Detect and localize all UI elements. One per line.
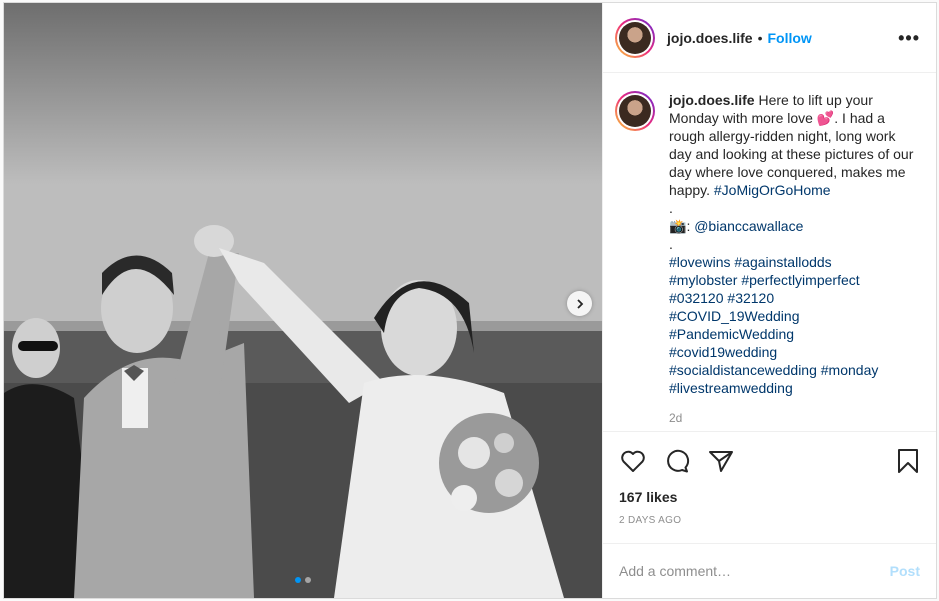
- comment-input[interactable]: [619, 563, 890, 579]
- heart-icon: [621, 450, 645, 472]
- comment-age: 2d: [669, 411, 683, 425]
- add-comment-bar: Post: [603, 543, 936, 598]
- caption-dot-2: .: [669, 236, 673, 252]
- author-username[interactable]: jojo.does.life: [667, 30, 753, 46]
- caption-username[interactable]: jojo.does.life: [669, 92, 755, 108]
- bookmark-icon: [898, 448, 918, 473]
- photographer-mention[interactable]: @bianccawallace: [694, 218, 803, 234]
- hashtag[interactable]: #mylobster: [669, 272, 737, 288]
- more-options-icon[interactable]: •••: [898, 29, 920, 47]
- likes-count[interactable]: 167 likes: [603, 489, 936, 507]
- chevron-right-icon: [576, 298, 583, 309]
- carousel-indicator: [295, 577, 311, 583]
- hashtag[interactable]: #socialdistancewedding: [669, 362, 817, 378]
- wedding-photo-image: [4, 3, 602, 598]
- share-icon: [709, 450, 733, 472]
- comments-section: jojo.does.life Here to lift up your Mond…: [603, 73, 936, 431]
- caption-emoji: 💕: [816, 110, 835, 126]
- caption-avatar[interactable]: [615, 91, 655, 131]
- like-button[interactable]: [619, 447, 647, 475]
- author-avatar[interactable]: [615, 17, 655, 58]
- hashtag[interactable]: #livestreamwedding: [669, 380, 793, 396]
- post-header: jojo.does.life • Follow •••: [603, 3, 936, 73]
- hashtag-list: #lovewins #againstallodds #mylobster #pe…: [669, 253, 919, 397]
- hashtag[interactable]: #againstallodds: [734, 254, 831, 270]
- carousel-dot-1: [295, 577, 301, 583]
- hashtag[interactable]: #perfectlyimperfect: [741, 272, 859, 288]
- hashtag[interactable]: #032120: [669, 290, 724, 306]
- hashtag[interactable]: #covid19wedding: [669, 344, 777, 360]
- hashtag[interactable]: #32120: [727, 290, 774, 306]
- post-photo[interactable]: [4, 3, 602, 598]
- camera-emoji: 📸: [669, 218, 687, 234]
- share-button[interactable]: [707, 447, 735, 475]
- separator-dot: •: [757, 29, 763, 46]
- comment-button[interactable]: [663, 447, 691, 475]
- caption-dot-1: .: [669, 200, 673, 216]
- post-sidebar: jojo.does.life • Follow ••• jojo.does.li…: [602, 3, 936, 598]
- post-date[interactable]: 2 DAYS AGO: [603, 515, 936, 543]
- post-caption: jojo.does.life Here to lift up your Mond…: [669, 91, 919, 431]
- action-bar: [603, 431, 936, 489]
- hashtag[interactable]: #monday: [821, 362, 879, 378]
- carousel-dot-2: [305, 577, 311, 583]
- avatar-image: [619, 21, 651, 54]
- comment-icon: [667, 449, 690, 472]
- instagram-post: jojo.does.life • Follow ••• jojo.does.li…: [3, 2, 937, 599]
- hashtag[interactable]: #lovewins: [669, 254, 730, 270]
- follow-button[interactable]: Follow: [767, 30, 811, 46]
- hashtag[interactable]: #COVID_19Wedding: [669, 308, 799, 324]
- avatar-image: [619, 95, 651, 127]
- save-button[interactable]: [894, 447, 922, 475]
- hashtag[interactable]: #PandemicWedding: [669, 326, 794, 342]
- hashtag-main[interactable]: #JoMigOrGoHome: [714, 182, 831, 198]
- next-image-button[interactable]: [567, 291, 592, 316]
- post-comment-button[interactable]: Post: [890, 563, 920, 579]
